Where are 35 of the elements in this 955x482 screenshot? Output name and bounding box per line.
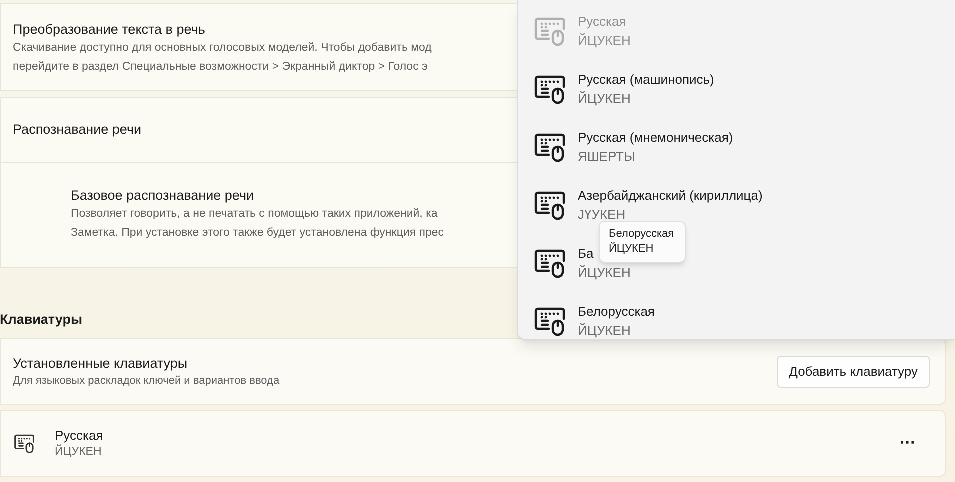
setting-description: Скачивание доступно для основных голосовых моделей. Чтобы добавить мод — [13, 41, 432, 56]
keyboard-mouse-icon — [534, 15, 566, 47]
keyboard-mouse-icon — [534, 73, 566, 105]
option-name[interactable]: Азербайджанский (кириллица) — [578, 186, 763, 204]
keyboard-mouse-icon — [534, 189, 566, 221]
option-name[interactable]: Русская (машинопись) — [578, 70, 714, 88]
more-button[interactable]: ··· — [896, 436, 920, 452]
setting-description: Заметка. При установке этого также будет установлена функция прес — [71, 226, 444, 241]
section-heading: Клавиатуры — [0, 311, 82, 329]
keyboard-mouse-icon — [14, 433, 35, 454]
option-layout: ЯШЕРТЫ — [578, 148, 636, 166]
setting-title: Базовое распознавание речи — [71, 187, 254, 205]
setting-title: Преобразование текста в речь — [13, 21, 206, 39]
option-name[interactable]: Белорусская — [578, 302, 655, 320]
keyboard-mouse-icon — [534, 247, 566, 279]
setting-description: перейдите в раздел Специальные возможности > Экранный диктор > Голос э — [13, 60, 428, 75]
option-layout: JҮУКЕН — [578, 206, 626, 224]
add-keyboard-button[interactable]: Добавить клавиатуру — [777, 356, 930, 388]
setting-title: Установленные клавиатуры — [13, 354, 188, 372]
option-layout: ЙЦУКЕН — [578, 322, 631, 339]
option-name[interactable]: Русская (мнемоническая) — [578, 128, 734, 146]
keyboard-mouse-icon — [534, 131, 566, 163]
option-name[interactable]: Ба — [578, 244, 594, 262]
keyboard-name: Русская — [55, 427, 104, 444]
keyboard-mouse-icon — [534, 305, 566, 337]
setting-title: Распознавание речи — [13, 121, 142, 139]
tooltip-text: ЙЦУКЕН — [609, 242, 655, 257]
setting-description: Для языковых раскладок ключей и вариантов ввода — [13, 374, 280, 388]
tooltip-text: Белорусская — [609, 227, 676, 242]
setting-description: Позволяет говорить, а не печатать с помощью таких приложений, ка — [71, 207, 438, 222]
option-layout: ЙЦУКЕН — [578, 264, 631, 282]
option-name: Русская — [578, 12, 626, 30]
option-layout: ЙЦУКЕН — [578, 32, 631, 50]
option-layout: ЙЦУКЕН — [578, 90, 631, 108]
keyboard-layout: ЙЦУКЕН — [55, 444, 103, 460]
